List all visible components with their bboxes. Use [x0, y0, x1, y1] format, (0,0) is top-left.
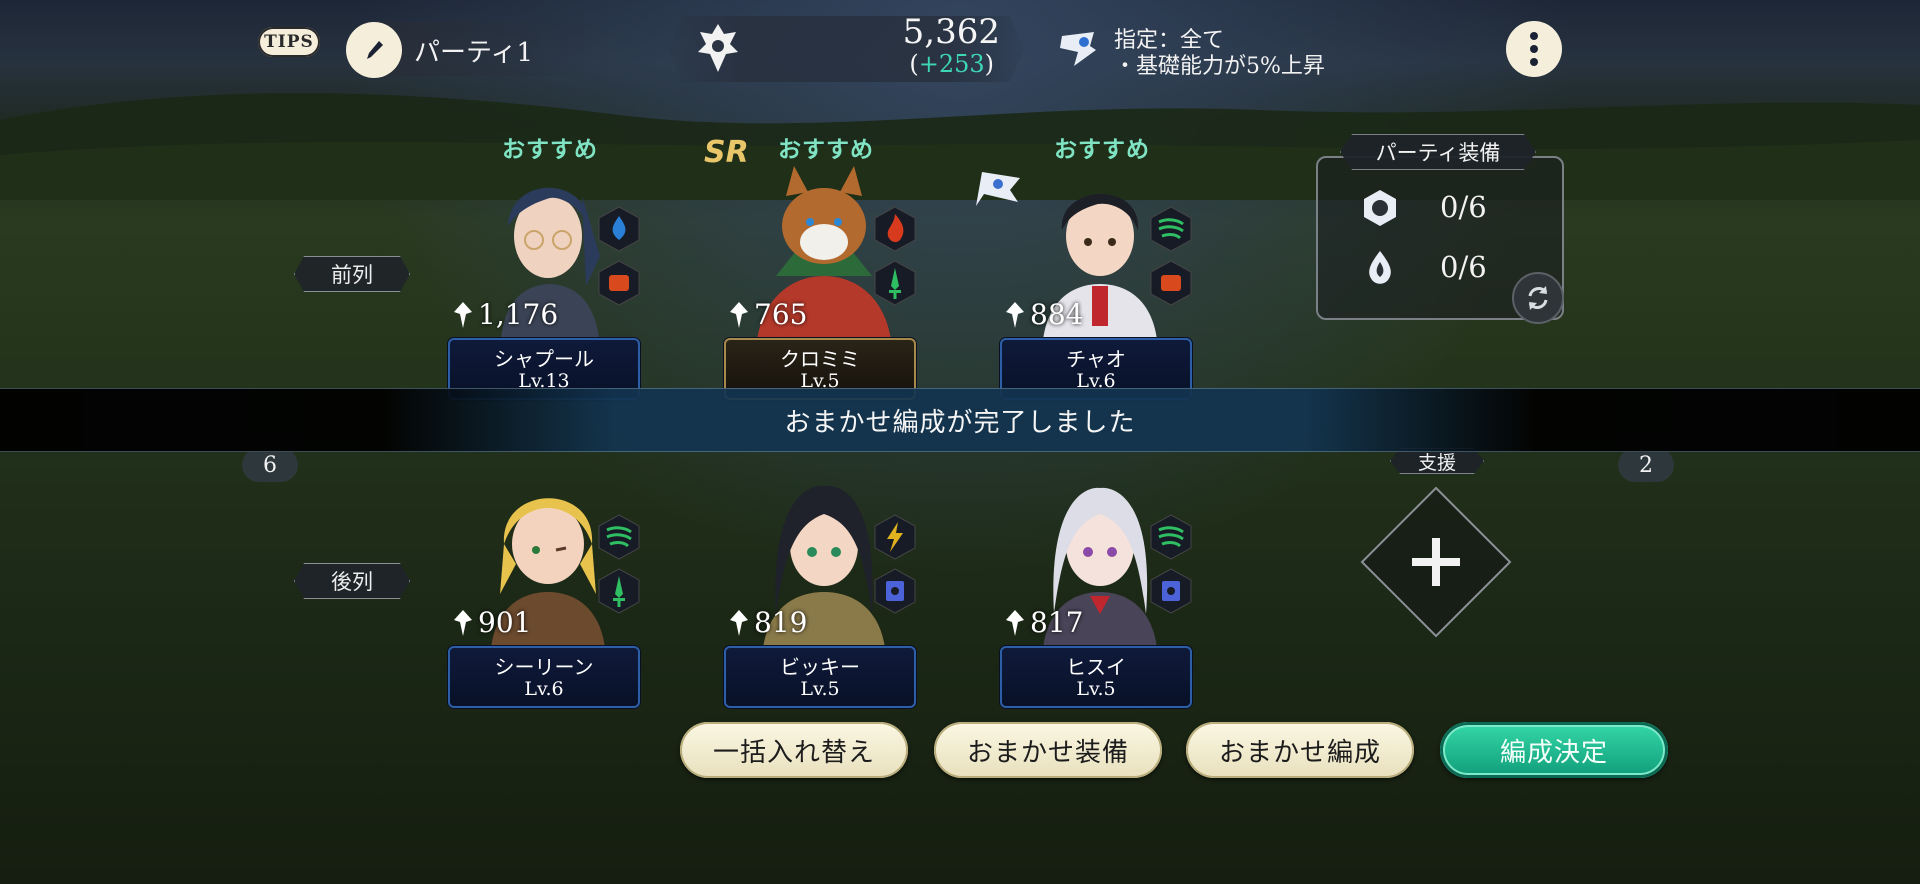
element-wind-icon: [1150, 514, 1192, 560]
edit-party-name-button[interactable]: [346, 22, 402, 78]
support-slot-add-button[interactable]: [1358, 484, 1514, 640]
formation-count-right: 2: [1618, 448, 1674, 482]
character-name: シャプール: [494, 347, 594, 371]
dot-icon: [1530, 58, 1538, 66]
equipment-slot2-count: 0/6: [1440, 250, 1487, 284]
power-delta: (+253): [909, 50, 994, 78]
formation-count-left: 6: [242, 448, 298, 482]
power-icon: [1006, 301, 1024, 328]
element-wind-icon: [598, 514, 640, 560]
front-row-label: 前列: [294, 256, 410, 292]
auto-equip-button[interactable]: おまかせ装備: [934, 722, 1162, 778]
bulk-swap-button[interactable]: 一括入れ替え: [680, 722, 908, 778]
character-name: ビッキー: [780, 655, 860, 679]
power-icon: [454, 301, 472, 328]
party-slot-front-3[interactable]: おすすめ 884 チャオ Lv.6: [1000, 130, 1202, 400]
power-icon: [730, 301, 748, 328]
equipment-accessory-icon: [1364, 190, 1396, 226]
equipment-slot1-count: 0/6: [1440, 190, 1487, 224]
character-nameplate: シーリーン Lv.6: [448, 646, 640, 708]
character-level: Lv.6: [524, 678, 564, 700]
character-name: チャオ: [1066, 347, 1126, 371]
power-crest-icon: [698, 24, 738, 72]
character-power: 884: [1002, 298, 1083, 331]
element-wind-icon: [1150, 206, 1192, 252]
role-attacker-icon: [1150, 260, 1192, 306]
party-slot-back-3[interactable]: 817 ヒスイ Lv.5: [1000, 438, 1202, 708]
power-icon: [1006, 609, 1024, 636]
back-row-label: 後列: [294, 563, 410, 599]
character-power: 819: [726, 606, 807, 639]
party-bonus-icon: [1060, 32, 1096, 66]
party-slot-back-2[interactable]: 819 ビッキー Lv.5: [724, 438, 926, 708]
total-power-value: 5,362: [902, 12, 1000, 52]
character-level: Lv.5: [800, 678, 840, 700]
character-nameplate: ヒスイ Lv.5: [1000, 646, 1192, 708]
element-thunder-icon: [874, 514, 916, 560]
dot-icon: [1530, 45, 1538, 53]
character-name: クロミミ: [780, 347, 860, 371]
role-magic-icon: [874, 568, 916, 614]
role-attacker-icon: [598, 260, 640, 306]
character-nameplate: ビッキー Lv.5: [724, 646, 916, 708]
character-name: シーリーン: [494, 655, 594, 679]
character-name: ヒスイ: [1066, 655, 1126, 679]
equipment-refresh-button[interactable]: [1512, 272, 1564, 324]
party-slot-front-2[interactable]: おすすめ 765 クロミミ Lv.5: [724, 130, 926, 400]
element-water-icon: [598, 206, 640, 252]
role-sword-icon: [874, 260, 916, 306]
bonus-effect-text: ・基礎能力が5%上昇: [1114, 54, 1325, 79]
dot-icon: [1530, 32, 1538, 40]
role-magic-icon: [1150, 568, 1192, 614]
role-sword-icon: [598, 568, 640, 614]
character-level: Lv.5: [1076, 678, 1116, 700]
party-name: パーティ1: [414, 38, 533, 68]
party-slot-back-1[interactable]: 901 シーリーン Lv.6: [448, 438, 650, 708]
confirm-formation-button[interactable]: 編成決定: [1440, 722, 1668, 778]
power-icon: [730, 609, 748, 636]
tips-button[interactable]: TIPS: [258, 27, 320, 57]
refresh-icon: [1528, 286, 1548, 310]
auto-formation-button[interactable]: おまかせ編成: [1186, 722, 1414, 778]
pencil-icon: [367, 41, 383, 59]
equipment-gem-icon: [1369, 251, 1391, 284]
power-icon: [454, 609, 472, 636]
element-fire-icon: [874, 206, 916, 252]
party-equipment-title: パーティ装備: [1340, 134, 1536, 170]
more-menu-button[interactable]: [1506, 21, 1562, 77]
character-power: 765: [726, 298, 807, 331]
party-slot-front-1[interactable]: おすすめ 1,176 シャプール Lv.13: [448, 130, 650, 400]
character-power: 901: [450, 606, 531, 639]
auto-formation-complete-toast: おまかせ編成が完了しました: [0, 388, 1920, 452]
character-power: 817: [1002, 606, 1083, 639]
character-power: 1,176: [450, 298, 558, 331]
